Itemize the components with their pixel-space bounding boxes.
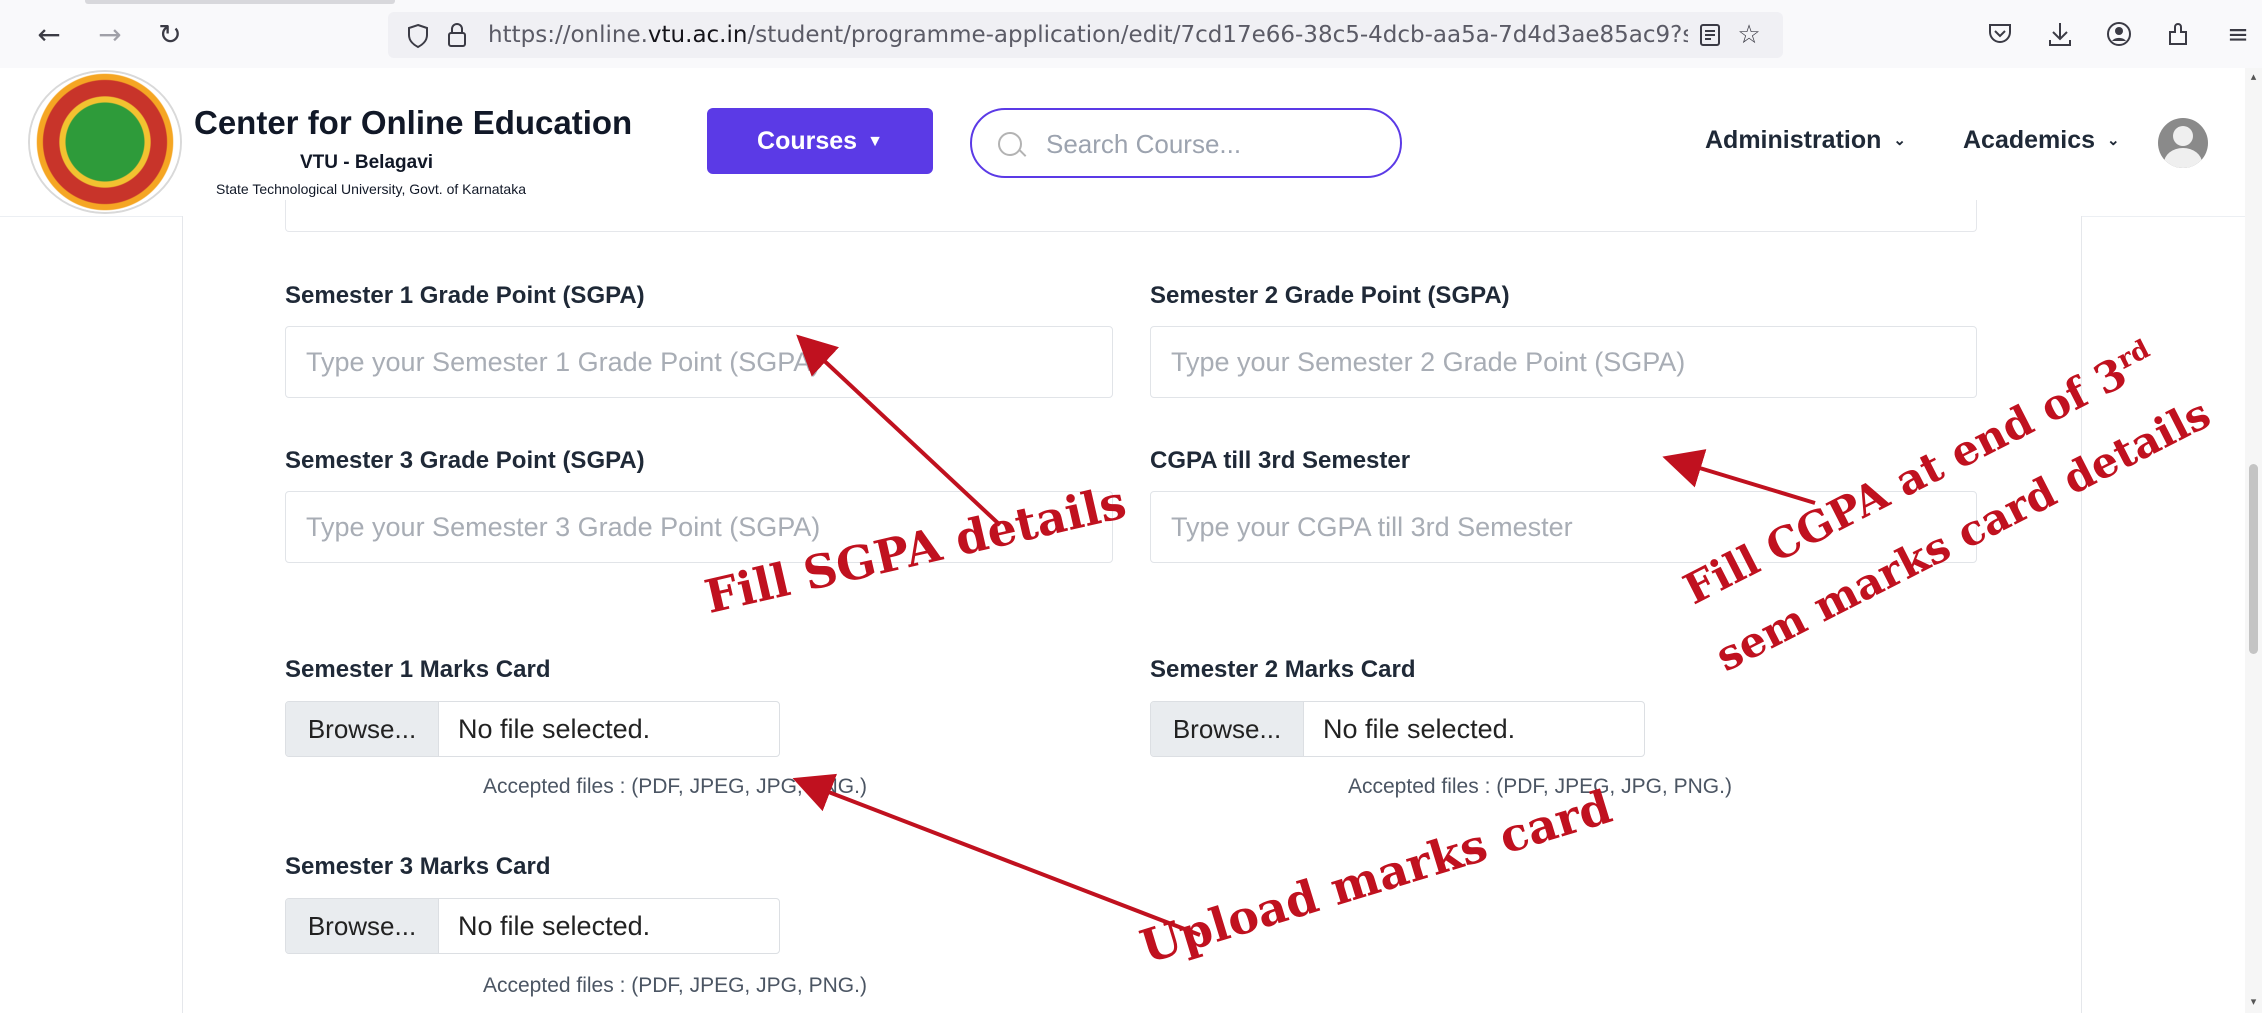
scroll-thumb[interactable] [2249,464,2258,654]
bookmark-star-icon[interactable]: ☆ [1733,19,1765,51]
marks2-file-input[interactable]: Browse... No file selected. [1150,701,1645,757]
sgpa2-label: Semester 2 Grade Point (SGPA) [1150,282,1510,309]
brand-title: Center for Online Education [194,104,633,141]
courses-label: Courses [757,127,858,155]
browser-toolbar: ← → ↻ https://online.vtu.ac.in/student/p… [0,0,2262,69]
hamburger-menu-icon[interactable]: ≡ [2222,19,2254,51]
reload-icon[interactable]: ↻ [155,20,185,50]
marks3-accepted-hint: Accepted files : (PDF, JPEG, JPG, PNG.) [483,974,867,997]
marks3-label: Semester 3 Marks Card [285,853,551,880]
marks1-accepted-hint: Accepted files : (PDF, JPEG, JPG, PNG.) [483,775,867,798]
vtu-logo[interactable] [30,72,180,212]
marks2-label: Semester 2 Marks Card [1150,656,1416,683]
forward-arrow-icon[interactable]: → [95,20,125,50]
marks1-file-input[interactable]: Browse... No file selected. [285,701,780,757]
pocket-icon[interactable] [1987,22,2013,46]
user-avatar[interactable] [2158,118,2208,168]
menu-academics[interactable]: Academics ⌄ [1963,126,2120,155]
marks3-file-status: No file selected. [458,911,651,941]
brand-tagline: State Technological University, Govt. of… [216,181,526,197]
marks1-browse-button[interactable]: Browse... [286,702,439,756]
scroll-down-icon[interactable]: ▾ [2247,995,2260,1008]
tracking-shield-icon[interactable] [406,23,430,49]
page-scrollbar[interactable]: ▴ ▾ [2245,68,2262,1013]
courses-button[interactable]: Courses ▼ [707,108,933,174]
extensions-icon[interactable] [2165,20,2193,48]
sgpa3-label: Semester 3 Grade Point (SGPA) [285,447,645,474]
previous-field-bottom [285,200,1977,232]
download-icon[interactable] [2047,20,2073,48]
brand-subtitle: VTU - Belagavi [300,152,434,173]
marks2-browse-button[interactable]: Browse... [1151,702,1304,756]
marks2-accepted-hint: Accepted files : (PDF, JPEG, JPG, PNG.) [1348,775,1732,798]
account-icon[interactable] [2106,21,2132,47]
site-header: Center for Online Education VTU - Belaga… [0,68,2245,217]
marks3-browse-button[interactable]: Browse... [286,899,439,953]
search-icon [998,132,1022,156]
marks2-file-status: No file selected. [1323,714,1516,744]
menu-administration[interactable]: Administration ⌄ [1705,126,1906,155]
url-text[interactable]: https://online.vtu.ac.in/student/program… [488,12,1688,58]
back-arrow-icon[interactable]: ← [34,20,64,50]
search-input[interactable] [1044,122,1378,166]
sgpa2-input[interactable] [1150,326,1977,398]
search-box[interactable] [970,108,1402,178]
url-bar[interactable]: https://online.vtu.ac.in/student/program… [388,12,1783,58]
sgpa1-input[interactable] [285,326,1113,398]
active-tab-indicator [85,0,395,4]
cgpa-label: CGPA till 3rd Semester [1150,447,1411,474]
marks1-label: Semester 1 Marks Card [285,656,551,683]
chevron-down-icon: ▼ [867,133,883,150]
sgpa1-label: Semester 1 Grade Point (SGPA) [285,282,645,309]
reader-view-icon[interactable] [1698,23,1722,47]
scroll-up-icon[interactable]: ▴ [2247,70,2260,83]
chevron-down-icon: ⌄ [2107,132,2120,149]
lock-icon[interactable] [446,22,468,48]
marks1-file-status: No file selected. [458,714,651,744]
marks3-file-input[interactable]: Browse... No file selected. [285,898,780,954]
chevron-down-icon: ⌄ [1893,132,1906,149]
